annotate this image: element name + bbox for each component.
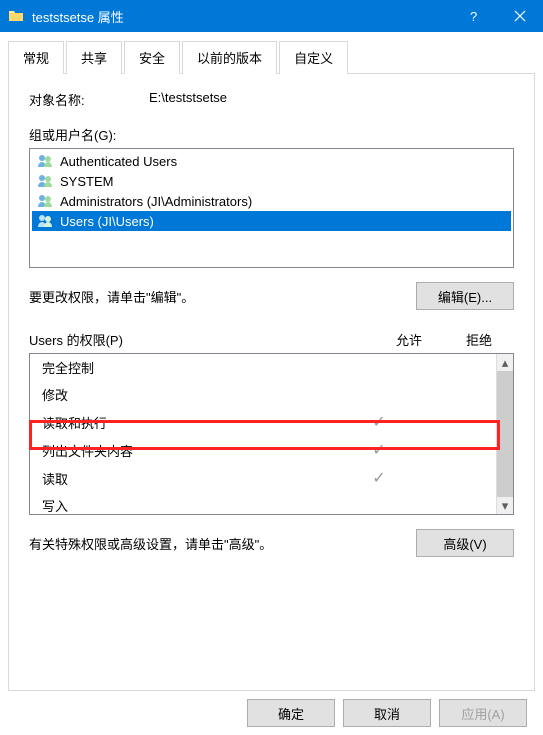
allow-check: ✓	[344, 468, 414, 488]
tab-customize[interactable]: 自定义	[279, 41, 348, 74]
permission-name: 列出文件夹内容	[42, 441, 344, 460]
allow-check: ✓	[344, 440, 414, 460]
permissions-header: Users 的权限(P)	[29, 330, 374, 349]
group-user-listbox[interactable]: Authenticated Users SYSTEM Administrator…	[29, 148, 514, 268]
tab-previous[interactable]: 以前的版本	[182, 41, 277, 74]
users-icon	[36, 152, 54, 170]
deny-column-header: 拒绝	[444, 330, 514, 349]
object-name-label: 对象名称:	[29, 90, 149, 109]
dialog-footer: 确定 取消 应用(A)	[8, 699, 535, 727]
object-name-value: E:\teststsetse	[149, 90, 227, 109]
help-button[interactable]: ?	[451, 0, 497, 32]
scroll-down-icon[interactable]: ▾	[497, 497, 513, 514]
svg-text:?: ?	[470, 9, 477, 23]
permission-row: 修改	[30, 381, 496, 408]
list-item[interactable]: Users (JI\Users)	[32, 211, 511, 231]
list-item[interactable]: SYSTEM	[32, 171, 511, 191]
users-icon	[36, 172, 54, 190]
allow-check: ✓	[344, 412, 414, 432]
tab-general[interactable]: 常规	[8, 41, 64, 74]
list-item[interactable]: Administrators (JI\Administrators)	[32, 191, 511, 211]
group-user-label: 组或用户名(G):	[29, 125, 514, 144]
permission-name: 写入	[42, 496, 344, 514]
permission-name: 修改	[42, 385, 344, 404]
window-title: teststsetse 属性	[32, 7, 451, 26]
title-bar: teststsetse 属性 ?	[0, 0, 543, 32]
edit-hint: 要更改权限，请单击"编辑"。	[29, 287, 416, 306]
permission-row: 读取 ✓	[30, 464, 496, 492]
scrollbar[interactable]: ▴ ▾	[496, 354, 513, 514]
permissions-listbox: 完全控制 修改 读取和执行 ✓ 列出文件夹	[29, 353, 514, 515]
permission-row: 列出文件夹内容 ✓	[30, 436, 496, 464]
permission-name: 读取	[42, 469, 344, 488]
permission-row: 写入	[30, 492, 496, 514]
permission-row: 读取和执行 ✓	[30, 408, 496, 436]
list-item[interactable]: Authenticated Users	[32, 151, 511, 171]
list-item-label: Authenticated Users	[60, 154, 177, 169]
users-icon	[36, 212, 54, 230]
ok-button[interactable]: 确定	[247, 699, 335, 727]
permission-name: 完全控制	[42, 358, 344, 377]
allow-column-header: 允许	[374, 330, 444, 349]
cancel-button[interactable]: 取消	[343, 699, 431, 727]
list-item-label: SYSTEM	[60, 174, 113, 189]
close-button[interactable]	[497, 0, 543, 32]
permission-name: 读取和执行	[42, 413, 344, 432]
tab-security[interactable]: 安全	[124, 41, 180, 74]
list-item-label: Users (JI\Users)	[60, 214, 154, 229]
scroll-thumb[interactable]	[497, 371, 513, 497]
edit-button[interactable]: 编辑(E)...	[416, 282, 514, 310]
permission-row: 完全控制	[30, 354, 496, 381]
apply-button[interactable]: 应用(A)	[439, 699, 527, 727]
client-area: 常规 共享 安全 以前的版本 自定义 对象名称: E:\teststsetse …	[0, 32, 543, 735]
advanced-hint: 有关特殊权限或高级设置，请单击"高级"。	[29, 534, 416, 553]
tab-sharing[interactable]: 共享	[66, 41, 122, 74]
scroll-up-icon[interactable]: ▴	[497, 354, 513, 371]
folder-icon	[8, 8, 24, 24]
users-icon	[36, 192, 54, 210]
list-item-label: Administrators (JI\Administrators)	[60, 194, 252, 209]
advanced-button[interactable]: 高级(V)	[416, 529, 514, 557]
tab-content-security: 对象名称: E:\teststsetse 组或用户名(G): Authentic…	[8, 73, 535, 691]
tab-strip: 常规 共享 安全 以前的版本 自定义	[8, 40, 535, 73]
